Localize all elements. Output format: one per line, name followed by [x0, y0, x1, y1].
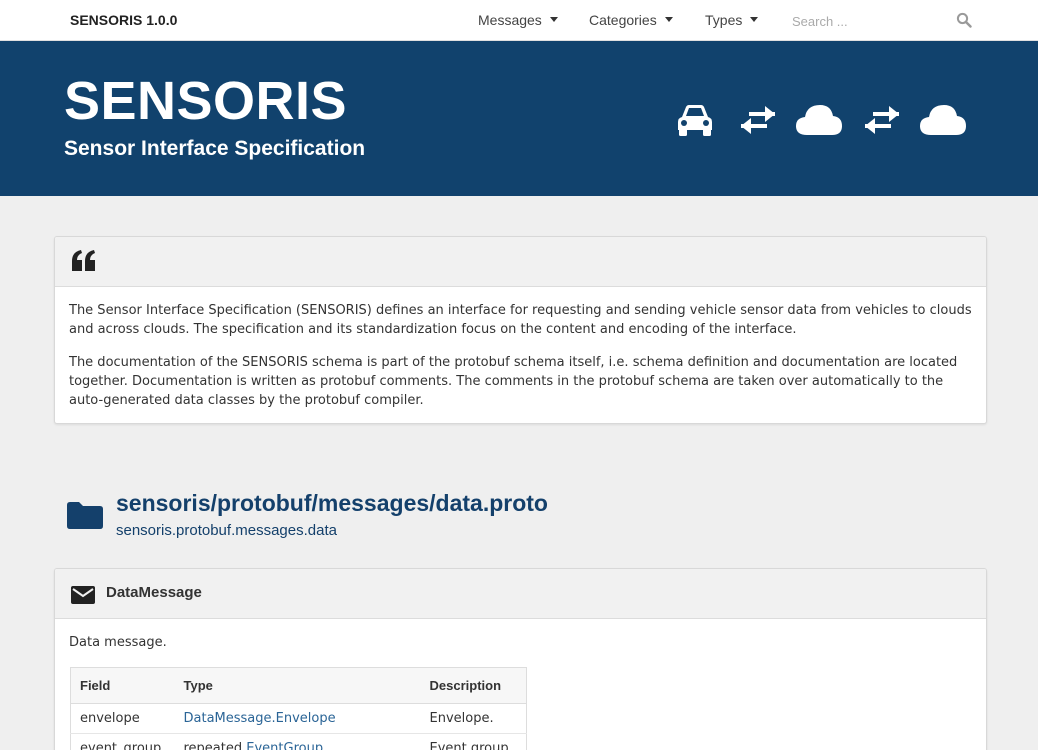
- field-description-cell: Envelope.: [420, 703, 527, 734]
- type-link[interactable]: EventGroup: [246, 741, 323, 750]
- exchange-icon: [865, 106, 899, 134]
- menu-categories[interactable]: Categories: [589, 12, 673, 28]
- car-icon: [678, 105, 712, 136]
- exchange-icon: [741, 106, 775, 134]
- caret-down-icon: [750, 16, 759, 22]
- field-name-cell: event_group: [70, 733, 175, 750]
- intro-paragraph: The documentation of the SENSORIS schema…: [69, 355, 958, 408]
- caret-down-icon: [664, 16, 673, 22]
- file-package-name[interactable]: sensoris.protobuf.messages.data: [116, 522, 337, 539]
- field-type-cell: DataMessage.Envelope: [174, 703, 421, 734]
- search-input[interactable]: [792, 11, 972, 31]
- search-icon[interactable]: [956, 12, 972, 28]
- brand-link[interactable]: SENSORIS 1.0.0: [70, 12, 177, 28]
- menu-messages-label: Messages: [478, 12, 542, 28]
- intro-paragraph: The Sensor Interface Specification (SENS…: [69, 303, 972, 337]
- fields-table: Field Type Description envelope DataMess…: [70, 667, 527, 750]
- column-header-description: Description: [420, 667, 527, 704]
- file-path-title[interactable]: sensoris/protobuf/messages/data.proto: [116, 490, 548, 517]
- caret-down-icon: [549, 16, 558, 22]
- field-type-cell: repeated EventGroup: [174, 733, 421, 750]
- message-description: Data message.: [69, 635, 167, 650]
- menu-messages[interactable]: Messages: [478, 12, 558, 28]
- folder-icon: [67, 502, 103, 529]
- table-row: event_group repeated EventGroup Event gr…: [70, 733, 527, 750]
- cloud-icon: [796, 105, 842, 135]
- message-panel: DataMessage Data message. Field Type Des…: [54, 568, 987, 750]
- message-panel-heading: DataMessage: [55, 569, 986, 619]
- top-navbar: SENSORIS 1.0.0 Messages Categories Types: [0, 0, 1038, 41]
- hero-banner: SENSORIS Sensor Interface Specification: [0, 41, 1038, 196]
- type-prefix: repeated: [183, 741, 247, 750]
- intro-panel-heading: [55, 237, 986, 287]
- message-name: DataMessage: [106, 584, 202, 601]
- quote-left-icon: [72, 250, 95, 271]
- menu-types[interactable]: Types: [705, 12, 759, 28]
- column-header-type: Type: [174, 667, 421, 704]
- cloud-icon: [920, 105, 966, 135]
- field-description-cell: Event group.: [420, 733, 527, 750]
- intro-panel-body: The Sensor Interface Specification (SENS…: [55, 287, 986, 423]
- type-link[interactable]: DataMessage.Envelope: [184, 711, 336, 726]
- column-header-field: Field: [70, 667, 175, 704]
- envelope-icon: [71, 586, 95, 604]
- menu-categories-label: Categories: [589, 12, 657, 28]
- intro-panel: The Sensor Interface Specification (SENS…: [54, 236, 987, 424]
- field-name-cell: envelope: [70, 703, 175, 734]
- table-row: envelope DataMessage.Envelope Envelope.: [70, 703, 527, 734]
- hero-icon-row: [0, 99, 1038, 149]
- table-header-row: Field Type Description: [70, 667, 527, 704]
- menu-types-label: Types: [705, 12, 743, 28]
